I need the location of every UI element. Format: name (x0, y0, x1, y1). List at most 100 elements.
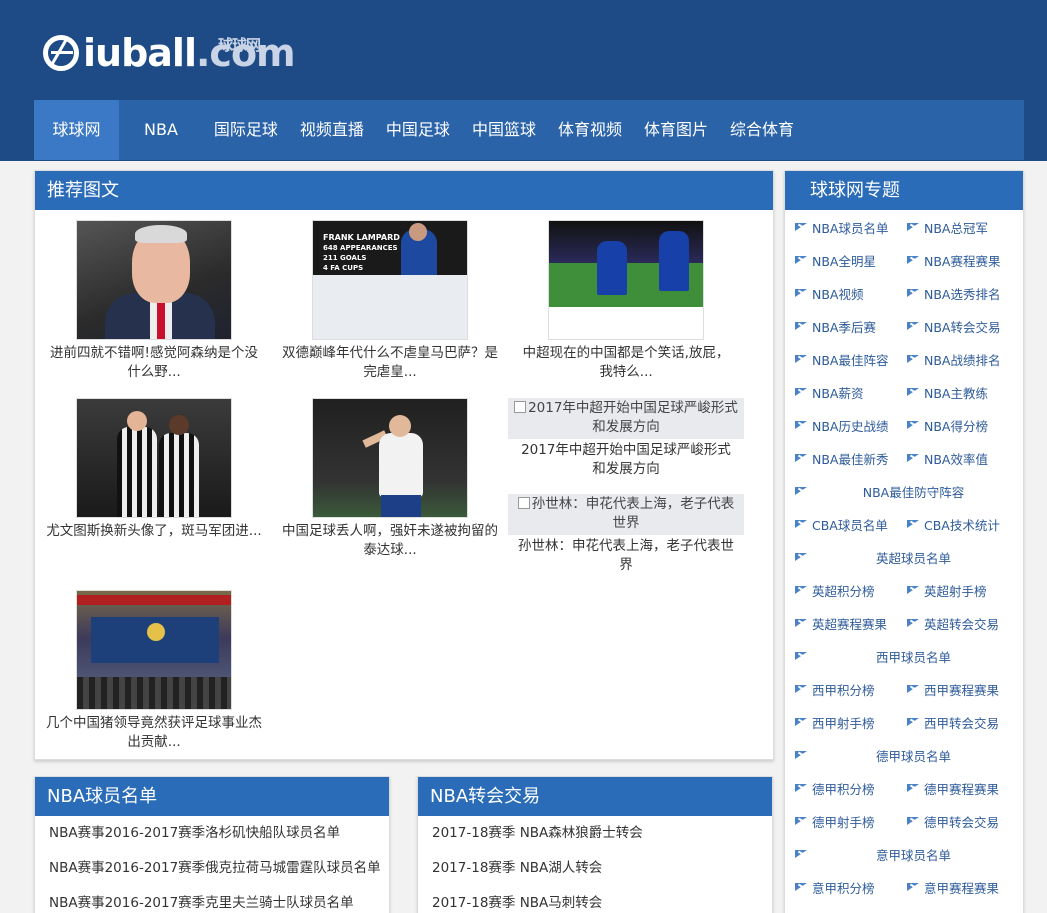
news-card[interactable]: 中超现在的中国都是个笑话,放屁，我特么... (508, 220, 744, 382)
list-item[interactable]: NBA赛事2016-2017赛季克里夫兰骑士队球员名单 (35, 886, 389, 913)
topic-link[interactable]: 英超转会交易 (897, 614, 1009, 633)
nav-item-live-video[interactable]: 视频直播 (289, 100, 375, 160)
main-nav: 球球网 NBA 国际足球 视频直播 中国足球 中国篮球 体育视频 体育图片 综合… (34, 100, 1024, 160)
news-card[interactable]: 尤文图斯换新头像了，斑马军团进... (36, 398, 272, 541)
nav-item-general-sports[interactable]: 综合体育 (719, 100, 805, 160)
list-item[interactable]: NBA赛事2016-2017赛季俄克拉荷马城雷霆队球员名单 (35, 851, 389, 886)
arrow-icon (907, 816, 920, 827)
recommend-title: 推荐图文 (35, 171, 773, 210)
topic-link[interactable]: 德甲积分榜 (785, 779, 897, 798)
arrow-icon (907, 585, 920, 596)
juventus-thumbnail[interactable] (76, 398, 232, 518)
topic-link[interactable]: NBA薪资 (785, 383, 897, 402)
topic-label: 德甲球员名单 (875, 749, 951, 764)
card-caption[interactable]: 几个中国猪领导竟然获评足球事业杰出贡献... (36, 714, 272, 752)
topic-row: 意甲积分榜 意甲赛程赛果 (785, 871, 1025, 904)
nav-item-sports-video[interactable]: 体育视频 (547, 100, 633, 160)
topic-label: 英超射手榜 (924, 584, 987, 599)
topic-link[interactable]: 德甲转会交易 (897, 812, 1009, 831)
nav-item-cn-football[interactable]: 中国足球 (375, 100, 461, 160)
news-card[interactable]: 中国足球丢人啊，强奸未遂被拘留的泰达球... (272, 398, 508, 560)
topic-row: NBA历史战绩 NBA得分榜 (785, 409, 1025, 442)
list-item[interactable]: 2017-18赛季 NBA马刺转会 (418, 886, 772, 913)
topic-link[interactable]: NBA得分榜 (897, 416, 1009, 435)
arrow-icon (795, 519, 808, 530)
topic-link[interactable]: 英超射手榜 (897, 581, 1009, 600)
chelsea-instagram-thumbnail[interactable] (548, 220, 704, 340)
card-caption[interactable]: 孙世林：申花代表上海，老子代表世界 (508, 537, 744, 575)
arrow-icon (795, 222, 808, 233)
topic-link[interactable]: NBA季后赛 (785, 317, 897, 336)
nba-transfer-title: NBA转会交易 (418, 777, 772, 816)
news-card[interactable]: 几个中国猪领导竟然获评足球事业杰出贡献... (36, 590, 272, 752)
arrow-icon (795, 585, 808, 596)
nba-transfer-panel: NBA转会交易 2017-18赛季 NBA森林狼爵士转会 2017-18赛季 N… (417, 776, 773, 913)
topic-link[interactable]: NBA球员名单 (785, 218, 897, 237)
news-card[interactable]: FRANK LAMPARD 648 APPEARANCES 211 GOALS 4 F… (272, 220, 508, 382)
topic-link[interactable]: 西甲积分榜 (785, 680, 897, 699)
nav-item-nba[interactable]: NBA (119, 100, 203, 160)
topic-link[interactable]: 德甲射手榜 (785, 812, 897, 831)
wenger-thumbnail[interactable] (76, 220, 232, 340)
topic-link[interactable]: NBA最佳阵容 (785, 350, 897, 369)
topics-sidebar: 球球网专题 NBA球员名单 NBA总冠军 NBA全明星 NBA赛程赛果 NBA视频 NBA… (784, 170, 1024, 913)
topic-link[interactable]: NBA历史战绩 (785, 416, 897, 435)
topic-link[interactable]: 英超球员名单 (785, 548, 1015, 567)
list-item[interactable]: 2017-18赛季 NBA湖人转会 (418, 851, 772, 886)
broken-image-placeholder[interactable]: 2017年中超开始中国足球严峻形式和发展方向 (508, 398, 744, 439)
topic-link[interactable]: CBA球员名单 (785, 515, 897, 534)
card-caption[interactable]: 尤文图斯换新头像了，斑马军团进... (36, 522, 272, 541)
topic-link[interactable]: 英超赛程赛果 (785, 614, 897, 633)
card-caption[interactable]: 双德巅峰年代什么不虐皇马巴萨？是完虐皇... (272, 344, 508, 382)
topic-link[interactable]: 意甲赛程赛果 (897, 878, 1009, 897)
topic-link[interactable]: NBA全明星 (785, 251, 897, 270)
topic-link[interactable]: NBA赛程赛果 (897, 251, 1009, 270)
news-card[interactable]: 进前四就不错啊!感觉阿森纳是个没什么野... (36, 220, 272, 382)
list-item[interactable]: NBA赛事2016-2017赛季洛杉矶快船队球员名单 (35, 816, 389, 851)
topic-link[interactable]: NBA总冠军 (897, 218, 1009, 237)
card-caption[interactable]: 中国足球丢人啊，强奸未遂被拘留的泰达球... (272, 522, 508, 560)
site-logo[interactable]: iuball.com 球球网 (43, 32, 296, 74)
topic-link[interactable]: 英超积分榜 (785, 581, 897, 600)
card-caption[interactable]: 中超现在的中国都是个笑话,放屁，我特么... (508, 344, 744, 382)
topic-link[interactable]: NBA最佳防守阵容 (785, 482, 1015, 501)
topic-link[interactable]: NBA转会交易 (897, 317, 1009, 336)
nav-item-cn-basketball[interactable]: 中国篮球 (461, 100, 547, 160)
nav-item-home[interactable]: 球球网 (34, 100, 119, 160)
topic-link[interactable]: 意甲积分榜 (785, 878, 897, 897)
topic-link[interactable]: 德甲赛程赛果 (897, 779, 1009, 798)
topic-link[interactable]: 西甲赛程赛果 (897, 680, 1009, 699)
nav-item-intl-football[interactable]: 国际足球 (203, 100, 289, 160)
list-item[interactable]: 2017-18赛季 NBA森林狼爵士转会 (418, 816, 772, 851)
topic-link[interactable]: NBA选秀排名 (897, 284, 1009, 303)
topic-link[interactable]: 西甲射手榜 (785, 713, 897, 732)
card-caption[interactable]: 2017年中超开始中国足球严峻形式和发展方向 (508, 441, 744, 479)
topic-link[interactable]: NBA最佳新秀 (785, 449, 897, 468)
arrow-icon (795, 882, 808, 893)
card-caption[interactable]: 进前四就不错啊!感觉阿森纳是个没什么野... (36, 344, 272, 382)
topic-row: NBA最佳新秀 NBA效率值 (785, 442, 1025, 475)
topic-row: 西甲球员名单 (785, 640, 1025, 673)
cfa-conference-thumbnail[interactable] (76, 590, 232, 710)
topic-link[interactable]: NBA效率值 (897, 449, 1009, 468)
topic-link[interactable]: CBA技术统计 (897, 515, 1009, 534)
topic-link[interactable]: 意甲球员名单 (785, 845, 1015, 864)
topic-link[interactable]: 西甲转会交易 (897, 713, 1009, 732)
topic-label: NBA最佳新秀 (812, 452, 889, 467)
teda-player-thumbnail[interactable] (312, 398, 468, 518)
topic-link[interactable]: 德甲球员名单 (785, 746, 1015, 765)
broken-image-placeholder[interactable]: 孙世林：申花代表上海，老子代表世界 (508, 494, 744, 535)
topic-link[interactable]: 西甲球员名单 (785, 647, 1015, 666)
topic-label: NBA最佳防守阵容 (862, 485, 965, 500)
news-card-broken-image[interactable]: 2017年中超开始中国足球严峻形式和发展方向 2017年中超开始中国足球严峻形式… (508, 398, 744, 479)
nav-item-sports-photos[interactable]: 体育图片 (633, 100, 719, 160)
broken-image-icon (517, 497, 530, 509)
topic-link[interactable]: NBA视频 (785, 284, 897, 303)
topic-label: 西甲积分榜 (812, 683, 875, 698)
topic-row: NBA全明星 NBA赛程赛果 (785, 244, 1025, 277)
lampard-thumbnail[interactable]: FRANK LAMPARD 648 APPEARANCES 211 GOALS 4 F… (312, 220, 468, 340)
arrow-icon (907, 684, 920, 695)
news-card-broken-image[interactable]: 孙世林：申花代表上海，老子代表世界 孙世林：申花代表上海，老子代表世界 (508, 494, 744, 575)
topic-link[interactable]: NBA主教练 (897, 383, 1009, 402)
topic-link[interactable]: NBA战绩排名 (897, 350, 1009, 369)
